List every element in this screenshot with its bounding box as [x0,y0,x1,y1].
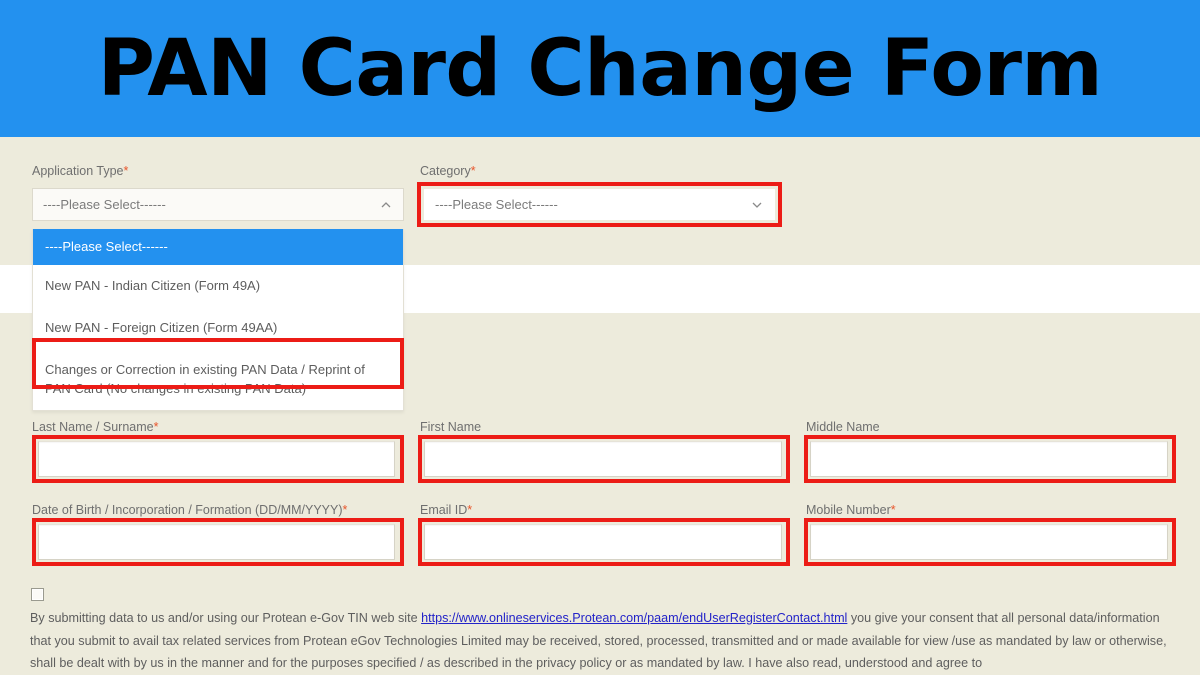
consent-checkbox[interactable] [31,588,44,601]
application-type-label: Application Type* [32,164,129,178]
chevron-down-icon[interactable] [750,198,764,212]
consent-text: By submitting data to us and/or using ou… [30,607,1178,675]
page-title: PAN Card Change Form [97,23,1103,114]
first-name-input[interactable] [424,441,782,477]
required-asterisk: * [153,420,159,434]
category-label: Category* [420,164,476,178]
required-asterisk: * [123,164,129,178]
required-asterisk: * [467,503,473,517]
required-asterisk: * [342,503,348,517]
category-select[interactable]: ----Please Select------ [424,189,775,220]
page-root: PAN Card Change Form Application Type* -… [0,0,1200,675]
middle-name-label: Middle Name [806,420,880,434]
required-asterisk: * [470,164,476,178]
middle-name-input[interactable] [810,441,1168,477]
application-type-select[interactable]: ----Please Select------ [32,188,404,221]
application-type-option[interactable]: ----Please Select------ [33,229,403,265]
mobile-number-input[interactable] [810,524,1168,560]
category-selected-value: ----Please Select------ [435,197,558,212]
application-type-option[interactable]: New PAN - Foreign Citizen (Form 49AA) [33,307,403,349]
application-type-selected-value: ----Please Select------ [43,197,166,212]
consent-link-register-contact[interactable]: https://www.onlineservices.Protean.com/p… [421,611,847,625]
consent-text-part-1: By submitting data to us and/or using ou… [30,611,422,625]
application-type-options-menu[interactable]: ----Please Select------ New PAN - Indian… [32,229,404,411]
email-id-label: Email ID* [420,503,473,517]
last-name-label: Last Name / Surname* [32,420,159,434]
chevron-up-icon[interactable] [379,198,393,212]
required-asterisk: * [890,503,896,517]
application-type-option[interactable]: Changes or Correction in existing PAN Da… [33,349,403,410]
email-id-input[interactable] [424,524,782,560]
last-name-input[interactable] [38,441,395,477]
date-of-birth-input[interactable] [38,524,395,560]
mobile-number-label: Mobile Number* [806,503,896,517]
page-banner: PAN Card Change Form [0,0,1200,137]
first-name-label: First Name [420,420,482,434]
date-of-birth-label: Date of Birth / Incorporation / Formatio… [32,503,348,517]
application-type-option[interactable]: New PAN - Indian Citizen (Form 49A) [33,265,403,307]
